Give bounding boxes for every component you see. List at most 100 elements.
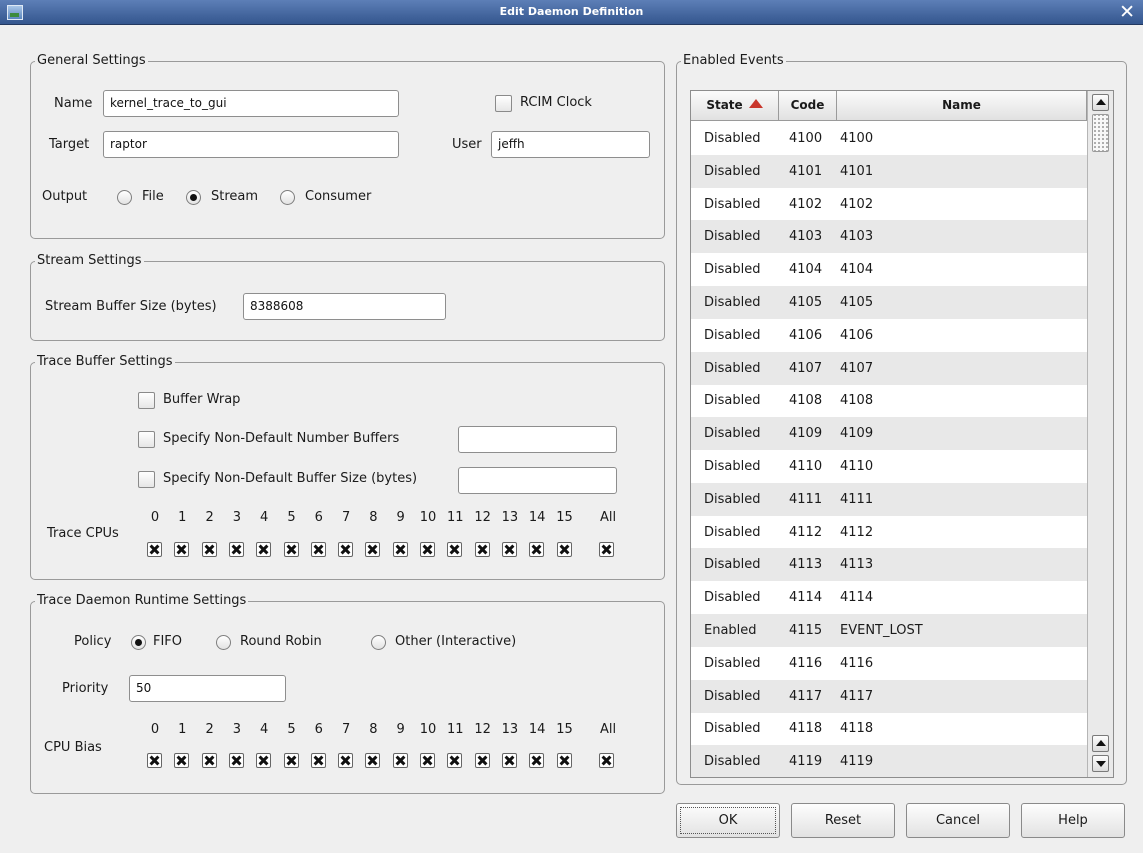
bias-cpu-checkbox-0[interactable]: [147, 753, 162, 768]
close-icon[interactable]: ✕: [1119, 1, 1135, 23]
column-header-code[interactable]: Code: [779, 91, 837, 121]
table-row[interactable]: Disabled 4109 4109: [691, 417, 1087, 451]
bias-cpu-checkbox-10[interactable]: [420, 753, 435, 768]
arrow-up-icon: [1096, 99, 1106, 105]
table-row[interactable]: Disabled 4117 4117: [691, 679, 1087, 713]
trace-cpu-checkbox-4[interactable]: [256, 542, 272, 557]
trace-cpu-checkbox-14[interactable]: [529, 542, 545, 557]
cell-state: Disabled: [704, 721, 761, 737]
buffer-size-field[interactable]: [458, 467, 617, 494]
table-row[interactable]: Disabled 4105 4105: [691, 286, 1087, 319]
table-row[interactable]: Disabled 4103 4103: [691, 220, 1087, 254]
trace-cpu-checkbox-8[interactable]: [365, 542, 381, 557]
table-row[interactable]: Disabled 4113 4113: [691, 548, 1087, 582]
bias-cpu-number-9: 9: [396, 722, 405, 737]
trace-cpu-checkbox-13[interactable]: [501, 542, 517, 557]
table-row[interactable]: Disabled 4119 4119: [691, 745, 1087, 777]
cell-state: Disabled: [704, 295, 761, 310]
policy-round-robin-radio[interactable]: [216, 635, 231, 650]
user-field[interactable]: jeffh: [491, 131, 650, 158]
bias-cpu-checkbox-2[interactable]: [201, 753, 217, 768]
bias-cpu-checkbox-3[interactable]: [228, 753, 244, 768]
trace-cpu-checkbox-1[interactable]: [174, 542, 190, 557]
output-stream-radio[interactable]: [186, 190, 201, 205]
policy-other-radio[interactable]: [371, 635, 386, 650]
table-row[interactable]: Disabled 4101 4101: [691, 154, 1087, 188]
table-row[interactable]: Disabled 4102 4102: [691, 188, 1087, 221]
trace-cpu-checkbox-3[interactable]: [228, 542, 244, 557]
num-buffers-label: Specify Non-Default Number Buffers: [163, 431, 400, 446]
table-row[interactable]: Disabled 4107 4107: [691, 351, 1087, 385]
bias-cpu-checkbox-11[interactable]: [447, 753, 463, 768]
buffer-size-checkbox[interactable]: [138, 471, 155, 488]
trace-cpu-checkbox-5[interactable]: [283, 542, 299, 557]
table-row[interactable]: Disabled 4100 4100: [691, 122, 1087, 155]
priority-field[interactable]: 50: [129, 675, 286, 702]
scroll-down-button[interactable]: [1092, 755, 1109, 772]
target-field[interactable]: raptor: [103, 131, 399, 158]
bias-cpu-checkbox-4[interactable]: [256, 753, 272, 768]
trace-cpu-number-4: 4: [260, 510, 269, 525]
trace-cpu-checkbox-0[interactable]: [147, 542, 162, 557]
table-row[interactable]: Disabled 4110 4110: [691, 450, 1087, 483]
column-header-state[interactable]: State: [691, 91, 779, 121]
trace-cpu-checkbox-7[interactable]: [338, 542, 354, 557]
arrow-up-icon: [1096, 740, 1106, 746]
policy-fifo-radio[interactable]: [131, 635, 146, 650]
reset-button[interactable]: Reset: [791, 803, 895, 838]
events-vertical-scrollbar[interactable]: [1087, 91, 1113, 777]
trace-cpu-number-12: 12: [474, 510, 491, 525]
bias-cpu-checkbox-8[interactable]: [365, 753, 381, 768]
trace-cpu-checkbox-15[interactable]: [556, 542, 572, 557]
stream-buffer-size-label: Stream Buffer Size (bytes): [45, 299, 217, 314]
trace-cpu-all-checkbox[interactable]: [599, 542, 614, 557]
trace-cpu-checkbox-9[interactable]: [392, 542, 408, 557]
bias-cpu-all-checkbox[interactable]: [599, 753, 614, 768]
bias-cpu-checkbox-14[interactable]: [529, 753, 545, 768]
table-row[interactable]: Disabled 4104 4104: [691, 253, 1087, 286]
trace-cpu-checkbox-2[interactable]: [201, 542, 217, 557]
cell-name: 4106: [840, 327, 874, 343]
title-bar[interactable]: Edit Daemon Definition ✕: [0, 0, 1143, 25]
table-row[interactable]: Disabled 4116 4116: [691, 647, 1087, 680]
bias-cpu-number-4: 4: [260, 722, 269, 737]
num-buffers-checkbox[interactable]: [138, 431, 155, 448]
ok-button[interactable]: OK: [676, 803, 780, 838]
table-row[interactable]: Disabled 4112 4112: [691, 516, 1087, 549]
output-consumer-radio[interactable]: [280, 190, 295, 205]
bias-cpu-checkbox-7[interactable]: [338, 753, 354, 768]
rcim-clock-checkbox[interactable]: [495, 95, 512, 112]
bias-cpu-checkbox-9[interactable]: [392, 753, 408, 768]
output-file-radio[interactable]: [117, 190, 132, 205]
table-row[interactable]: Disabled 4106 4106: [691, 319, 1087, 352]
column-header-name[interactable]: Name: [837, 91, 1087, 121]
trace-cpu-checkbox-10[interactable]: [420, 542, 435, 557]
num-buffers-field[interactable]: [458, 426, 617, 453]
bias-cpu-checkbox-13[interactable]: [501, 753, 517, 768]
ok-button-label: OK: [718, 813, 738, 828]
bias-cpu-checkbox-15[interactable]: [556, 753, 572, 768]
buffer-wrap-checkbox[interactable]: [138, 392, 155, 409]
bias-cpu-checkbox-5[interactable]: [283, 753, 299, 768]
bias-cpu-checkbox-1[interactable]: [174, 753, 190, 768]
table-row[interactable]: Disabled 4118 4118: [691, 712, 1087, 745]
scroll-up-top-button[interactable]: [1092, 94, 1109, 111]
trace-cpu-checkbox-6[interactable]: [310, 542, 326, 557]
general-settings-group: General Settings Name kernel_trace_to_gu…: [30, 52, 665, 239]
name-field[interactable]: kernel_trace_to_gui: [103, 90, 399, 117]
scroll-up-bottom-button[interactable]: [1092, 735, 1109, 752]
column-header-name-label: Name: [942, 98, 981, 112]
scroll-thumb[interactable]: [1092, 114, 1109, 152]
bias-cpu-checkbox-6[interactable]: [310, 753, 326, 768]
table-row[interactable]: Disabled 4114 4114: [691, 581, 1087, 614]
table-row[interactable]: Enabled 4115 EVENT_LOST: [691, 614, 1087, 647]
bias-cpu-checkbox-12[interactable]: [474, 753, 490, 768]
cancel-button[interactable]: Cancel: [906, 803, 1010, 838]
trace-cpu-checkbox-11[interactable]: [447, 542, 463, 557]
trace-cpu-checkbox-12[interactable]: [474, 542, 490, 557]
table-row[interactable]: Disabled 4108 4108: [691, 384, 1087, 417]
help-button[interactable]: Help: [1021, 803, 1125, 838]
table-row[interactable]: Disabled 4111 4111: [691, 482, 1087, 516]
stream-buffer-size-field[interactable]: 8388608: [243, 293, 446, 320]
trace-cpu-number-11: 11: [447, 510, 464, 525]
